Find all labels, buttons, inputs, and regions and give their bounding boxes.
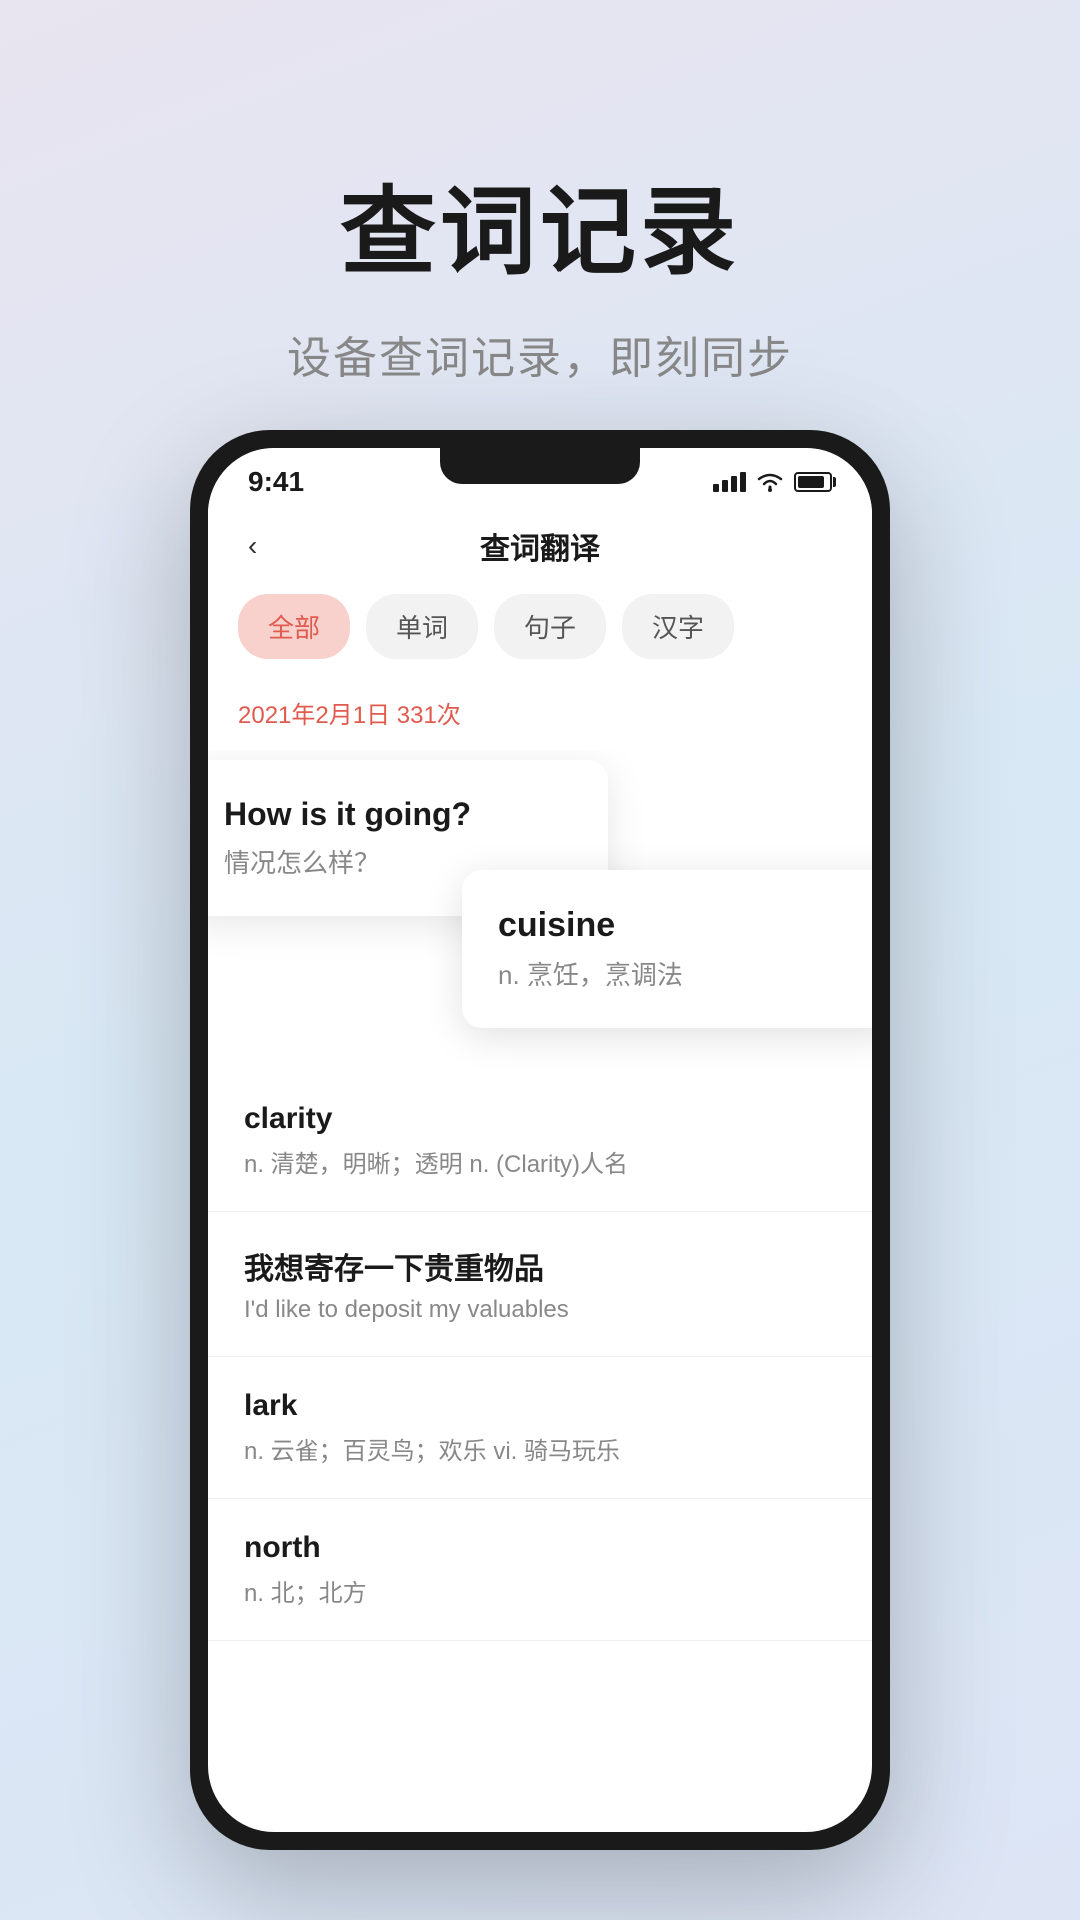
floating-card-en: How is it going? xyxy=(224,796,572,833)
phone-mockup: 9:41 xyxy=(190,430,890,1850)
list-item[interactable]: north n. 北；北方 xyxy=(208,1499,872,1641)
wifi-icon xyxy=(756,471,784,493)
filter-tabs: 全部 单词 句子 汉字 xyxy=(208,584,872,679)
status-time: 9:41 xyxy=(248,466,304,498)
word-en: north xyxy=(244,1531,836,1565)
list-item[interactable]: 我想寄存一下贵重物品 I'd like to deposit my valuab… xyxy=(208,1212,872,1357)
nav-bar: ‹ 查词翻译 xyxy=(208,508,872,584)
floating-card-word-en: cuisine xyxy=(498,906,866,945)
word-zh: n. 北；北方 xyxy=(244,1573,836,1608)
phone-screen: 9:41 xyxy=(208,448,872,1832)
list-item[interactable]: sea n. 海；海洋；许多；大量 xyxy=(208,1641,872,1650)
nav-title: 查词翻译 xyxy=(480,524,600,568)
word-zh: n. 清楚，明晰；透明 n. (Clarity)人名 xyxy=(244,1144,836,1179)
phone-mockup-wrapper: 9:41 xyxy=(190,430,890,1850)
tab-word[interactable]: 单词 xyxy=(366,594,478,659)
page-title: 查词记录 xyxy=(0,180,1080,286)
floating-card-word: cuisine n. 烹饪，烹调法 xyxy=(462,870,872,1028)
page-subtitle: 设备查词记录，即刻同步 xyxy=(0,322,1080,386)
tab-hanzi[interactable]: 汉字 xyxy=(622,594,734,659)
date-text: 2021年2月1日 331次 xyxy=(238,702,461,729)
floating-card-word-zh: n. 烹饪，烹调法 xyxy=(498,955,866,992)
list-item[interactable]: lark n. 云雀；百灵鸟；欢乐 vi. 骑马玩乐 xyxy=(208,1357,872,1499)
word-zh: I'd like to deposit my valuables xyxy=(244,1296,836,1324)
battery-icon xyxy=(794,472,832,492)
nav-back-button[interactable]: ‹ xyxy=(248,530,257,562)
word-en: clarity xyxy=(244,1102,836,1136)
date-header: 2021年2月1日 331次 xyxy=(208,679,872,750)
word-zh: n. 云雀；百灵鸟；欢乐 vi. 骑马玩乐 xyxy=(244,1431,836,1466)
status-icons xyxy=(713,471,832,493)
word-en: 我想寄存一下贵重物品 xyxy=(244,1244,836,1288)
word-list: clarity n. 清楚，明晰；透明 n. (Clarity)人名 我想寄存一… xyxy=(208,1070,872,1650)
list-item[interactable]: clarity n. 清楚，明晰；透明 n. (Clarity)人名 xyxy=(208,1070,872,1212)
content-area: How is it going? 情况怎么样？ cuisine n. 烹饪，烹调… xyxy=(208,750,872,1650)
phone-notch xyxy=(440,448,640,484)
tab-sentence[interactable]: 句子 xyxy=(494,594,606,659)
signal-icon xyxy=(713,472,746,492)
page-header: 查词记录 设备查词记录，即刻同步 xyxy=(0,0,1080,386)
word-en: lark xyxy=(244,1389,836,1423)
tab-all[interactable]: 全部 xyxy=(238,594,350,659)
